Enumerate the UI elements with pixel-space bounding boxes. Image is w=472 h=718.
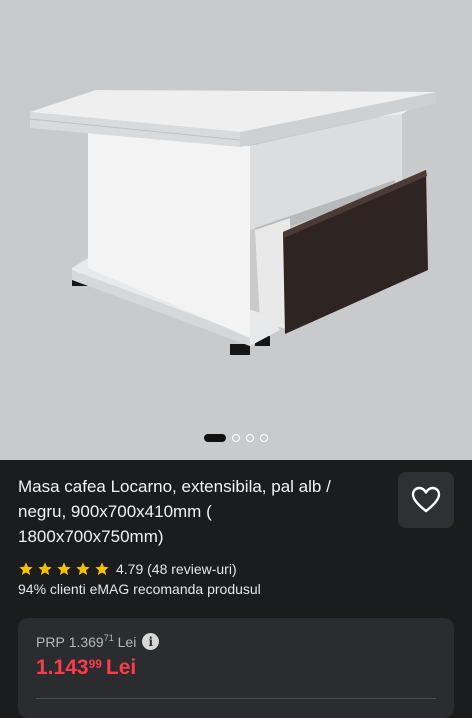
gallery-pagination — [0, 434, 472, 442]
pagination-dot[interactable] — [246, 434, 254, 442]
rating-value: 4.79 — [116, 561, 144, 577]
pagination-dot[interactable] — [232, 434, 240, 442]
prp-dec: 71 — [103, 632, 114, 643]
add-to-favorites-button[interactable] — [398, 472, 454, 528]
price-int: 1.143 — [36, 656, 89, 679]
product-image-gallery[interactable] — [0, 0, 472, 460]
price-card: PRP 1.369 71 Lei i 1.143 99 Lei — [18, 618, 454, 718]
product-info: Masa cafea Locarno, extensibila, pal alb… — [0, 460, 472, 597]
review-count-link[interactable]: (48 review-uri) — [147, 561, 236, 577]
product-title: Masa cafea Locarno, extensibila, pal alb… — [18, 477, 331, 546]
rating-row[interactable]: 4.79 (48 review-uri) — [18, 561, 454, 577]
pagination-dot-active[interactable] — [204, 434, 226, 442]
star-icon — [57, 562, 71, 575]
star-icon — [19, 562, 33, 575]
star-icon — [76, 562, 90, 575]
prp-int: 1.369 — [68, 633, 104, 650]
product-image[interactable] — [0, 0, 472, 460]
recommendation-text: 94% clienti eMAG recomanda produsul — [18, 581, 261, 597]
rating-stars — [18, 561, 110, 577]
table-foot — [230, 344, 250, 355]
info-icon[interactable]: i — [142, 633, 160, 650]
heart-icon — [411, 486, 441, 513]
price-currency: Lei — [105, 656, 137, 679]
prp-label: PRP — [36, 633, 65, 650]
divider — [36, 698, 436, 699]
prp-currency: Lei — [117, 633, 137, 650]
star-icon — [95, 562, 109, 575]
current-price: 1.143 99 Lei — [36, 656, 136, 680]
star-icon — [38, 562, 52, 575]
price-dec: 99 — [88, 657, 102, 671]
prp-price: PRP 1.369 71 Lei i — [36, 632, 160, 650]
pagination-dot[interactable] — [260, 434, 268, 442]
